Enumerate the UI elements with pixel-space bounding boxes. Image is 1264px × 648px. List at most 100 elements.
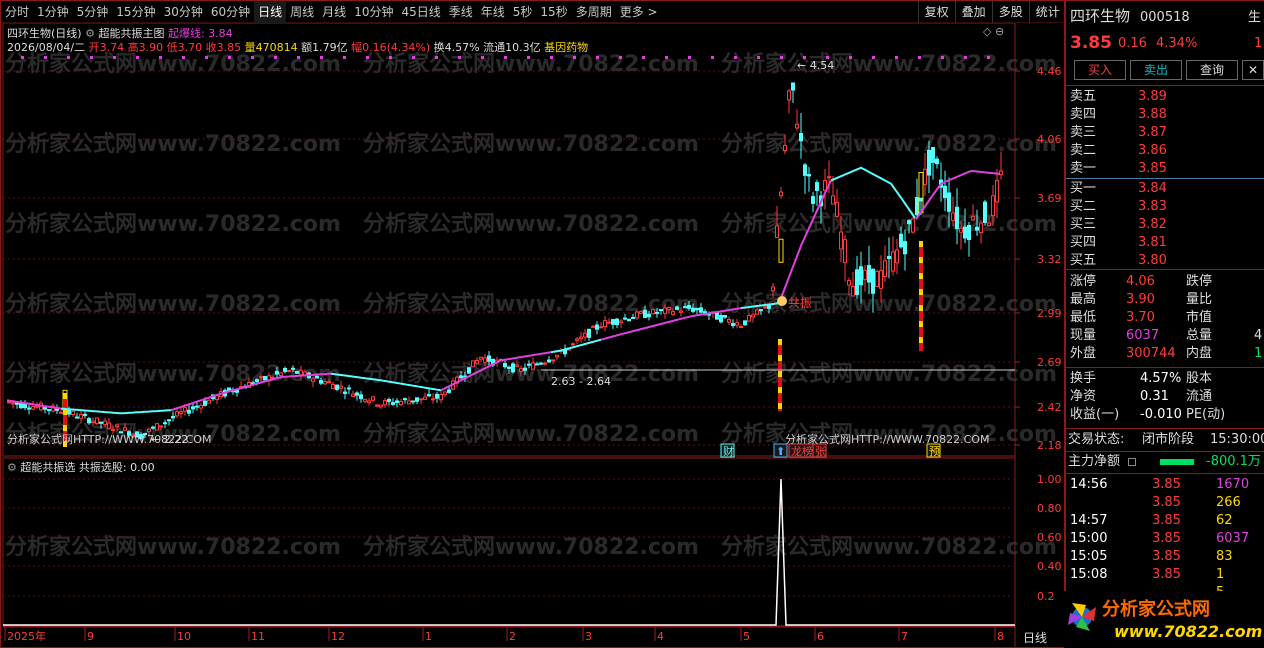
stat2-row-l1: 净资 xyxy=(1070,389,1097,404)
period-tabs: 分时 1分钟 5分钟 15分钟 30分钟 60分钟 日线 周线 月线 10分钟 45日线 季线 年线 5秒… xyxy=(1,1,662,23)
signal-bar-seg xyxy=(778,371,782,377)
top-dot xyxy=(182,56,185,59)
buy-button[interactable]: 买入 xyxy=(1074,60,1126,80)
candle-body xyxy=(335,384,339,390)
period-tab-11[interactable]: 季线 xyxy=(445,1,477,23)
candle-body xyxy=(535,363,539,366)
candle-body xyxy=(539,362,543,365)
period-tab-7[interactable]: 周线 xyxy=(286,1,318,23)
chg-value: 0.16(4.34%) xyxy=(362,41,431,54)
stat-row-l1: 现量 xyxy=(1070,328,1097,343)
candle-body xyxy=(43,406,47,410)
tool-button-1[interactable]: 叠加 xyxy=(954,1,992,23)
period-tab-0[interactable]: 分时 xyxy=(1,1,33,23)
watermark-text: 分析家公式网www.70822.com xyxy=(721,211,1057,237)
period-tab-3[interactable]: 15分钟 xyxy=(112,1,159,23)
period-tab-13[interactable]: 5秒 xyxy=(509,1,537,23)
candle-body xyxy=(671,311,675,315)
tick-row-vol: 1 xyxy=(1216,567,1225,582)
ask-row-price: 3.86 xyxy=(1138,143,1167,158)
candle-body xyxy=(595,324,599,330)
candle-body xyxy=(59,411,63,414)
tool-button-0[interactable]: 复权 xyxy=(917,1,955,23)
signal-bar-seg xyxy=(919,305,923,311)
candle-body xyxy=(399,400,403,406)
brand-logo: 分析家公式网 www.70822.com xyxy=(1064,591,1264,648)
trade-time: 15:30:00 xyxy=(1210,432,1264,447)
top-dot xyxy=(21,56,24,59)
tool-button-3[interactable]: 统计 xyxy=(1028,1,1066,23)
tool-button-2[interactable]: 多股 xyxy=(991,1,1029,23)
top-dot xyxy=(159,56,162,59)
side-tab[interactable]: 生 xyxy=(1248,9,1261,27)
candle-body xyxy=(107,422,111,429)
top-dot xyxy=(734,56,737,59)
top-dot xyxy=(320,56,323,59)
stat-row-l1: 涨停 xyxy=(1070,274,1097,289)
time-label: 6 xyxy=(817,630,824,643)
amt-label: 额 xyxy=(301,41,313,54)
candle-body xyxy=(391,402,395,405)
period-tab-8[interactable]: 月线 xyxy=(318,1,350,23)
period-tab-4[interactable]: 30分钟 xyxy=(160,1,207,23)
query-button[interactable]: 查询 xyxy=(1186,60,1238,80)
period-tab-16[interactable]: 更多 > xyxy=(616,1,662,23)
candle-body xyxy=(275,370,279,375)
top-dot xyxy=(642,56,645,59)
kline-chart[interactable]: 分析家公式网www.70822.com 分析家公式网www.70822.com 分析… xyxy=(1,23,1065,648)
watermark-text: 分析家公式网www.70822.com xyxy=(5,131,341,157)
stat-row-v2: 1 xyxy=(1254,346,1263,361)
candle-body xyxy=(311,378,315,382)
concept-tag[interactable]: 基因药物 xyxy=(544,41,588,54)
bid-row-price: 3.80 xyxy=(1138,253,1167,268)
stat-row-l2: 市值 xyxy=(1186,310,1213,325)
period-tab-2[interactable]: 5分钟 xyxy=(73,1,113,23)
period-tab-12[interactable]: 年线 xyxy=(477,1,509,23)
signal-bar-seg xyxy=(919,241,923,247)
candle-body xyxy=(783,144,787,152)
candle-body xyxy=(643,309,647,319)
candle-body xyxy=(835,201,839,217)
period-tab-14[interactable]: 15秒 xyxy=(536,1,571,23)
period-tab-6[interactable]: 日线 xyxy=(254,1,287,23)
candle-body xyxy=(83,413,87,416)
candle-body xyxy=(339,385,343,389)
candle-body xyxy=(123,427,127,431)
candle-body xyxy=(179,411,183,414)
signal-bar-seg xyxy=(919,321,923,327)
bid-row-price: 3.84 xyxy=(1138,181,1167,196)
sub-title[interactable]: 超能共振选 xyxy=(20,461,75,474)
ask-row-label: 卖五 xyxy=(1070,89,1097,104)
trade-state: 闭市阶段 xyxy=(1142,432,1195,447)
watermark-text: 分析家公式网www.70822.com xyxy=(721,361,1057,387)
period-tab-15[interactable]: 多周期 xyxy=(572,1,616,23)
ask-row-price: 3.89 xyxy=(1138,89,1167,104)
candle-body xyxy=(555,354,559,358)
price-change: 0.16 xyxy=(1118,36,1147,51)
sell-button[interactable]: 卖出 xyxy=(1130,60,1182,80)
period-tab-10[interactable]: 45日线 xyxy=(397,1,444,23)
candle-body xyxy=(287,369,291,372)
turn-value: 4.57% xyxy=(444,41,480,54)
period-tab-5[interactable]: 60分钟 xyxy=(207,1,254,23)
ma-segment xyxy=(778,180,832,304)
candle-body xyxy=(795,123,799,129)
period-tab-1[interactable]: 1分钟 xyxy=(33,1,73,23)
candle-body xyxy=(387,399,391,402)
top-dot xyxy=(435,56,438,59)
chart-expand-icons[interactable]: ◇ ⊖ xyxy=(983,25,1004,38)
candle-body xyxy=(871,268,875,294)
candle-body xyxy=(259,376,263,379)
top-dot xyxy=(458,56,461,59)
candle-body xyxy=(355,392,359,396)
period-tab-9[interactable]: 10分钟 xyxy=(350,1,397,23)
candle-body xyxy=(395,400,399,403)
settings-icon-sub[interactable]: ⚙ xyxy=(7,461,17,474)
close-label: 收 xyxy=(205,41,217,54)
candle-body xyxy=(763,306,767,309)
candle-body xyxy=(815,182,819,191)
flow-icon[interactable] xyxy=(1128,458,1136,466)
candle-body xyxy=(615,318,619,326)
candle-body xyxy=(735,322,739,326)
close-button[interactable]: ✕ xyxy=(1242,60,1264,80)
